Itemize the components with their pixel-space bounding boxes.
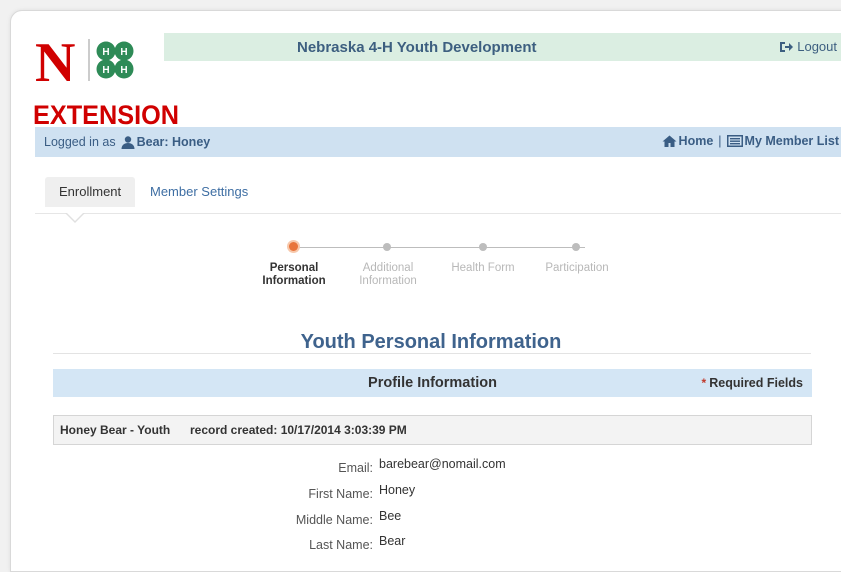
title-bar: Nebraska 4-H Youth Development Logout xyxy=(164,33,841,61)
logout-label: Logout xyxy=(797,39,837,54)
sign-out-icon xyxy=(779,41,794,53)
logo-n: N xyxy=(35,32,75,94)
email-label: Email: xyxy=(338,461,373,475)
step-marker-additional xyxy=(383,243,391,251)
home-icon xyxy=(662,135,677,147)
user-name: Bear: Honey xyxy=(136,135,211,149)
required-fields-label: Required Fields xyxy=(709,376,803,390)
step-marker-personal xyxy=(289,242,298,251)
step-label-line1: Additional xyxy=(362,262,414,274)
required-marker: * xyxy=(701,376,707,390)
step-label-line1: Health Form xyxy=(451,262,515,274)
active-tab-pointer-fill xyxy=(66,212,84,221)
middle-name-field: Middle Name: Bee xyxy=(233,509,401,527)
user-icon xyxy=(121,135,135,149)
step-label-line2: Information xyxy=(262,275,326,287)
logged-in-info: Logged in as Bear: Honey xyxy=(44,135,210,149)
nav-separator: | xyxy=(718,134,722,148)
step-personal-information[interactable]: Personal Information xyxy=(249,262,339,288)
first-name-field: First Name: Honey xyxy=(233,483,415,501)
user-bar: Logged in as Bear: Honey Home | My Membe… xyxy=(35,127,841,157)
record-info-bar: Honey Bear - Youth record created: 10/17… xyxy=(53,415,812,445)
first-name-value: Honey xyxy=(379,483,416,497)
step-participation[interactable]: Participation xyxy=(532,262,622,275)
middle-name-label: Middle Name: xyxy=(295,513,373,527)
member-list-label: My Member List xyxy=(744,134,839,148)
first-name-label: First Name: xyxy=(308,487,373,501)
last-name-label: Last Name: xyxy=(309,538,373,552)
page-title: Youth Personal Information xyxy=(300,331,562,353)
logged-in-prefix: Logged in as xyxy=(44,135,116,149)
profile-title: Profile Information xyxy=(368,375,497,391)
extension-logo: N H H H H EXTENSION xyxy=(33,29,183,131)
home-label: Home xyxy=(678,134,714,148)
last-name-field: Last Name: Bear xyxy=(233,534,405,552)
step-health-form[interactable]: Health Form xyxy=(438,262,528,275)
svg-text:H: H xyxy=(102,47,109,58)
step-label-line1: Personal xyxy=(269,262,319,274)
enrollment-steps: Personal Information Additional Informat… xyxy=(11,237,841,307)
step-marker-health xyxy=(479,243,487,251)
user-nav: Home | My Member List xyxy=(662,134,839,148)
list-icon xyxy=(726,135,743,147)
steps-connector-line xyxy=(298,247,585,248)
logo-extension-text: EXTENSION xyxy=(33,100,179,130)
member-list-link[interactable]: My Member List xyxy=(726,134,839,148)
email-value: barebear@nomail.com xyxy=(379,457,506,471)
profile-section-header: Profile Information * Required Fields xyxy=(53,369,812,397)
required-fields-note: * Required Fields xyxy=(702,376,803,390)
clover-icon: H H H H xyxy=(96,41,134,79)
step-additional-information[interactable]: Additional Information xyxy=(343,262,433,288)
tab-member-settings[interactable]: Member Settings xyxy=(136,177,262,207)
last-name-value: Bear xyxy=(379,534,406,548)
step-label-line1: Participation xyxy=(545,262,609,274)
svg-text:H: H xyxy=(102,65,109,76)
step-marker-participation xyxy=(572,243,580,251)
app-title: Nebraska 4-H Youth Development xyxy=(297,39,537,56)
tab-enrollment[interactable]: Enrollment xyxy=(45,177,136,207)
tab-bar: Enrollment Member Settings xyxy=(35,173,841,214)
home-link[interactable]: Home xyxy=(662,134,714,148)
middle-name-value: Bee xyxy=(379,509,402,523)
email-field: Email: barebear@nomail.com xyxy=(233,457,505,475)
svg-text:H: H xyxy=(120,65,127,76)
step-label-line2: Information xyxy=(359,275,417,287)
divider xyxy=(53,353,811,354)
app-window: N H H H H EXTENSION Nebraska 4-H Youth D… xyxy=(10,10,841,572)
record-name: Honey Bear - Youth xyxy=(60,423,171,437)
logout-link[interactable]: Logout xyxy=(779,39,837,54)
record-created: record created: 10/17/2014 3:03:39 PM xyxy=(190,423,407,437)
svg-text:H: H xyxy=(120,47,127,58)
